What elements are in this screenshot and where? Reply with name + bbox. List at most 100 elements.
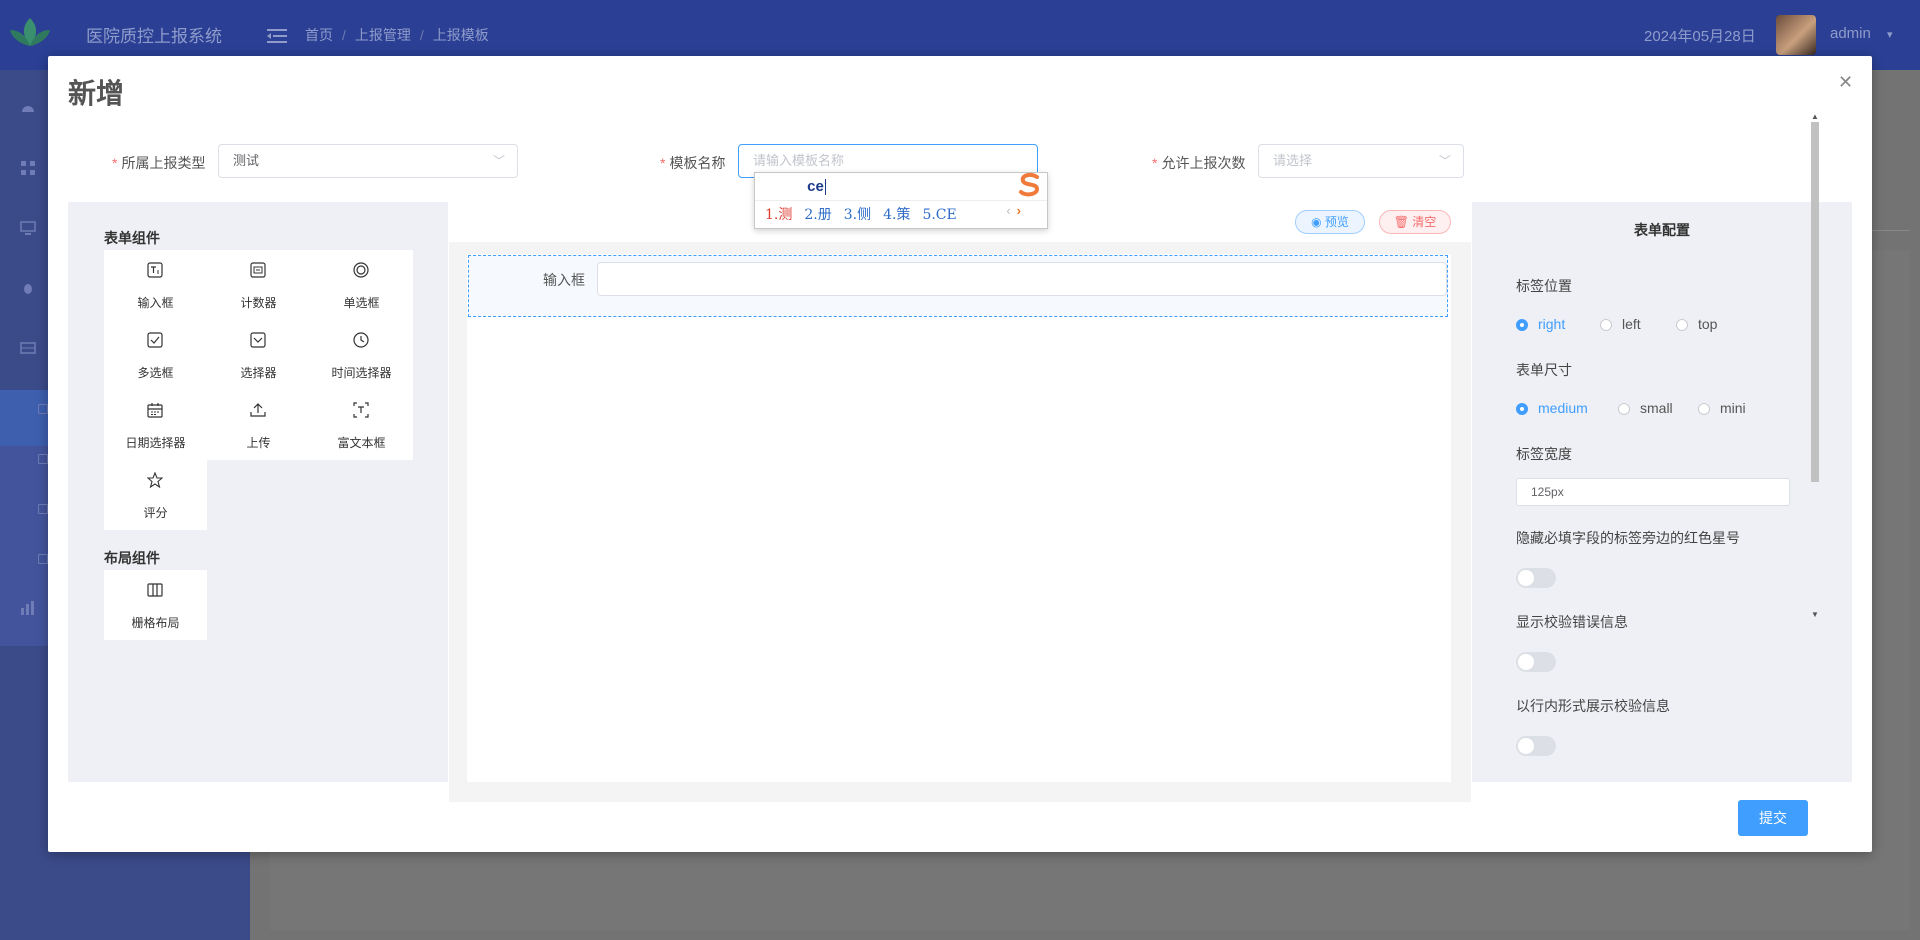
label-width-input[interactable]: 125px [1516, 478, 1790, 506]
calendar-icon [147, 403, 163, 418]
component-label: 栅格布局 [131, 616, 180, 630]
component-counter[interactable]: 计数器 [207, 250, 310, 320]
breadcrumb-report-management[interactable]: 上报管理 [355, 27, 411, 43]
report-type-select[interactable]: 测试 ﹀ [218, 144, 518, 178]
hide-asterisk-label: 隐藏必填字段的标签旁边的红色星号 [1516, 530, 1740, 546]
ime-candidate[interactable]: 3.侧 [844, 207, 871, 223]
submit-button[interactable]: 提交 [1738, 800, 1808, 836]
eye-icon: ◉ [1311, 215, 1325, 229]
component-checkbox[interactable]: 多选框 [104, 320, 207, 390]
inline-validation-switch[interactable] [1516, 736, 1556, 756]
checkbox-icon [147, 332, 163, 348]
form-designer: ◉ 预览 🗑 清空 输入框 [449, 202, 1471, 802]
menu-toggle-icon[interactable] [267, 28, 287, 44]
template-name-placeholder: 请输入模板名称 [753, 153, 845, 168]
config-title: 表单配置 [1634, 222, 1690, 238]
logo-icon [10, 18, 50, 46]
layout-components-title: 布局组件 [104, 550, 160, 566]
component-label: 上传 [246, 436, 271, 450]
component-label: 时间选择器 [331, 366, 392, 380]
counter-icon [250, 262, 266, 278]
design-canvas[interactable]: 输入框 [467, 254, 1451, 782]
canvas-form-item[interactable]: 输入框 [468, 255, 1448, 317]
dialog-title: 新增 [68, 78, 125, 109]
ime-candidate[interactable]: 2.册 [804, 207, 831, 223]
chart-icon[interactable] [20, 600, 36, 616]
chevron-down-icon: ﹀ [1438, 154, 1451, 168]
preview-button[interactable]: ◉ 预览 [1295, 210, 1365, 234]
monitor-icon[interactable] [20, 220, 36, 236]
form-size-small-radio[interactable]: small [1618, 400, 1673, 416]
component-label: 单选框 [343, 296, 380, 310]
scroll-down-icon[interactable]: ▼ [1810, 610, 1820, 619]
system-title: 医院质控上报系统 [86, 27, 222, 46]
component-label: 选择器 [240, 366, 277, 380]
label-width-label: 标签宽度 [1516, 446, 1572, 462]
clock-icon [353, 332, 369, 348]
hide-asterisk-switch[interactable] [1516, 568, 1556, 588]
component-label: 日期选择器 [125, 436, 186, 450]
show-validation-label: 显示校验错误信息 [1516, 614, 1628, 630]
config-scrollbar[interactable]: ▲ ▼ [1810, 112, 1820, 620]
breadcrumb-report-template: 上报模板 [432, 27, 489, 43]
allowed-times-select[interactable]: 请选择 ﹀ [1258, 144, 1464, 178]
sidebar-subitem-2[interactable] [38, 454, 48, 464]
chevron-down-icon[interactable]: ▾ [1887, 28, 1893, 41]
chevron-left-icon[interactable]: ‹ [1006, 203, 1010, 218]
cluster-icon[interactable] [20, 160, 36, 176]
grid-icon [147, 583, 163, 597]
form-size-medium-radio[interactable]: medium [1516, 400, 1588, 416]
label-position-left-radio[interactable]: left [1600, 316, 1641, 332]
sidebar-subitem-1[interactable] [38, 404, 48, 414]
form-size-mini-radio[interactable]: mini [1698, 400, 1746, 416]
ime-candidate[interactable]: 1.测 [765, 207, 792, 223]
table-icon[interactable] [20, 340, 36, 356]
form-item-input[interactable] [597, 262, 1447, 296]
add-template-dialog: 新增 ✕ * 所属上报类型 测试 ﹀ * 模板名称 请输入模板名称 * 允许上报次数 … [48, 56, 1872, 852]
component-grid-layout[interactable]: 栅格布局 [104, 570, 207, 640]
component-label: 富文本框 [337, 436, 386, 450]
ime-candidates: 1.测 2.册 3.侧 4.策 5.CE [765, 204, 969, 224]
label-position-right-radio[interactable]: right [1516, 316, 1565, 332]
component-label: 多选框 [137, 366, 174, 380]
scroll-up-icon[interactable]: ▲ [1810, 112, 1820, 121]
component-date-picker[interactable]: 日期选择器 [104, 390, 207, 460]
scrollbar-thumb[interactable] [1811, 122, 1819, 482]
show-validation-switch[interactable] [1516, 652, 1556, 672]
chevron-right-icon[interactable]: › [1017, 203, 1021, 218]
username[interactable]: admin [1830, 25, 1871, 42]
label-position-top-radio[interactable]: top [1676, 316, 1717, 332]
component-label: 输入框 [137, 296, 174, 310]
breadcrumb-home[interactable]: 首页 [305, 27, 333, 43]
component-rate[interactable]: 评分 [104, 460, 207, 530]
allowed-times-placeholder: 请选择 [1273, 153, 1313, 168]
star-icon [147, 472, 163, 488]
input-icon [147, 262, 163, 278]
component-upload[interactable]: 上传 [207, 390, 310, 460]
ime-candidate-window: ce 1.测 2.册 3.侧 4.策 5.CE ‹ › [754, 172, 1048, 229]
component-radio[interactable]: 单选框 [310, 250, 413, 320]
close-icon[interactable]: ✕ [1838, 72, 1853, 93]
component-label: 计数器 [240, 296, 277, 310]
ime-candidate[interactable]: 4.策 [883, 207, 910, 223]
component-label: 评分 [143, 506, 168, 520]
component-rich-text[interactable]: 富文本框 [310, 390, 413, 460]
bug-icon[interactable] [20, 280, 36, 296]
dashboard-icon[interactable] [20, 100, 36, 116]
sidebar-subitem-3[interactable] [38, 504, 48, 514]
form-components-title: 表单组件 [104, 230, 160, 246]
rich-text-icon [353, 402, 369, 418]
select-icon [250, 332, 266, 348]
inline-validation-label: 以行内形式展示校验信息 [1516, 698, 1670, 714]
clear-button[interactable]: 🗑 清空 [1379, 210, 1451, 234]
component-select[interactable]: 选择器 [207, 320, 310, 390]
component-input[interactable]: 输入框 [104, 250, 207, 320]
sogou-logo-icon [1019, 172, 1040, 197]
component-time-picker[interactable]: 时间选择器 [310, 320, 413, 390]
sidebar-subitem-4[interactable] [38, 554, 48, 564]
ime-candidate[interactable]: 5.CE [922, 207, 956, 223]
avatar[interactable] [1776, 15, 1816, 55]
form-item-label: 输入框 [543, 272, 585, 288]
ime-page-nav[interactable]: ‹ › [1006, 203, 1021, 218]
upload-icon [250, 403, 266, 417]
